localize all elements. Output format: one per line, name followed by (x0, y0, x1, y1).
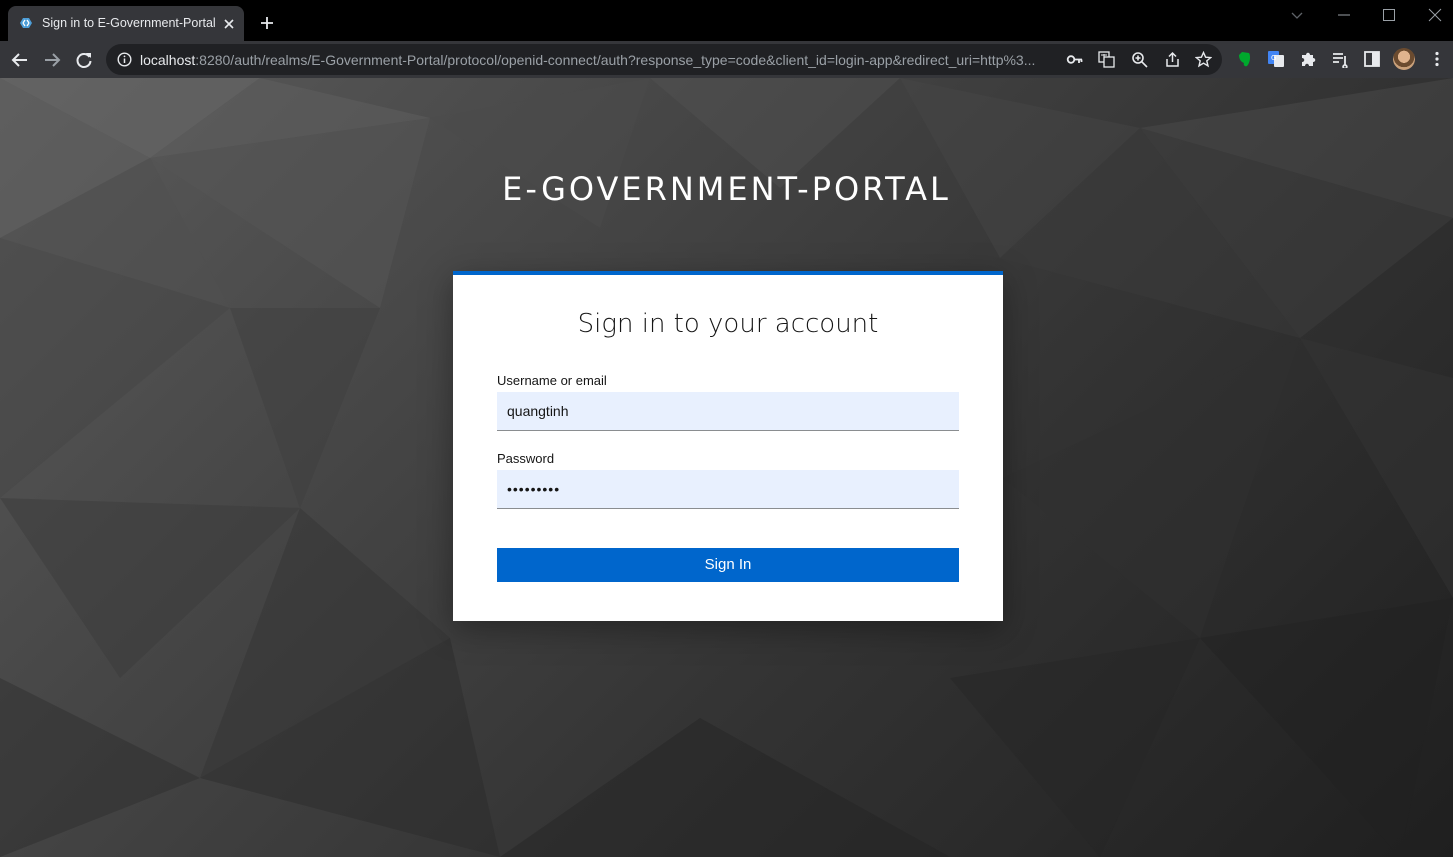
password-label: Password (497, 451, 555, 466)
url-text[interactable]: localhost:8280/auth/realms/E-Government-… (140, 52, 1060, 68)
url-path: :8280/auth/realms/E-Government-Portal/pr… (195, 52, 1036, 68)
username-label: Username or email (497, 373, 607, 388)
translate-icon[interactable] (1098, 51, 1115, 68)
browser-tab[interactable]: Sign in to E-Government-Portal (8, 6, 244, 41)
reload-icon[interactable] (75, 51, 93, 69)
puzzle-icon[interactable] (1299, 50, 1317, 68)
login-page: E-GOVERNMENT-PORTAL Sign in to your acco… (0, 78, 1453, 857)
back-arrow-icon[interactable] (11, 51, 29, 69)
card-title: Sign in to your account (577, 309, 879, 339)
minimize-icon[interactable] (1337, 8, 1351, 22)
login-card: Sign in to your account Username or emai… (453, 271, 1003, 621)
more-vert-icon[interactable] (1428, 50, 1446, 68)
star-icon[interactable] (1195, 51, 1212, 68)
svg-text:G: G (1271, 54, 1276, 62)
avatar[interactable] (1393, 48, 1415, 70)
chevron-down-icon[interactable] (1290, 8, 1304, 22)
maximize-icon[interactable] (1382, 8, 1396, 22)
browser-toolbar: localhost:8280/auth/realms/E-Government-… (0, 41, 1453, 78)
plus-icon[interactable] (259, 15, 275, 31)
close-icon[interactable] (222, 17, 236, 31)
zoom-icon[interactable] (1131, 51, 1148, 68)
share-icon[interactable] (1164, 51, 1181, 68)
close-icon[interactable] (1428, 8, 1442, 22)
reading-list-icon[interactable] (1331, 50, 1349, 68)
forward-arrow-icon[interactable] (43, 51, 61, 69)
address-bar[interactable]: localhost:8280/auth/realms/E-Government-… (106, 44, 1222, 75)
sign-in-button[interactable]: Sign In (497, 548, 959, 582)
side-panel-icon[interactable] (1363, 50, 1381, 68)
evernote-icon[interactable] (1235, 50, 1253, 68)
tab-title: Sign in to E-Government-Portal (42, 16, 216, 30)
password-input[interactable]: ••••••••• (497, 470, 959, 509)
key-icon[interactable] (1066, 51, 1083, 68)
username-input[interactable]: quangtinh (497, 392, 959, 431)
google-translate-icon[interactable]: G (1267, 50, 1285, 68)
info-icon[interactable] (117, 52, 132, 67)
keycloak-favicon-icon (20, 18, 32, 28)
realm-title: E-GOVERNMENT-PORTAL (502, 170, 951, 208)
url-host: localhost (140, 52, 196, 68)
tab-strip: Sign in to E-Government-Portal (0, 0, 1453, 41)
